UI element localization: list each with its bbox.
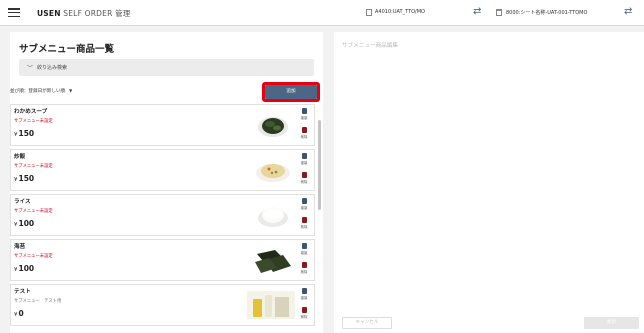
- price-value: 100: [18, 219, 35, 228]
- price-value: 0: [18, 309, 24, 318]
- copy-icon: [301, 288, 307, 294]
- copy-label: 複製: [300, 116, 308, 120]
- product-card[interactable]: ライスサブメニュー未設定 ¥100 複製削除: [10, 194, 315, 236]
- trash-icon: [301, 307, 307, 313]
- filter-toggle[interactable]: ﹀ 絞り込み検索: [19, 59, 314, 76]
- copy-button[interactable]: 複製: [297, 288, 311, 300]
- currency-symbol: ¥: [14, 222, 18, 228]
- delete-label: 削除: [300, 270, 308, 274]
- product-name: ライス: [14, 199, 31, 205]
- product-thumbnail: [247, 201, 295, 229]
- submenu-list-panel: サブメニュー商品一覧 ﹀ 絞り込み検索 並び順：登録日が新しい順 ▼ 追加 わかめ…: [10, 32, 323, 333]
- filter-label: 絞り込み検索: [37, 65, 68, 71]
- price-value: 100: [18, 264, 35, 273]
- update-button[interactable]: 更新: [584, 317, 639, 329]
- copy-icon: [301, 198, 307, 204]
- delete-button[interactable]: 削除: [297, 217, 311, 229]
- add-button[interactable]: 追加: [265, 85, 317, 99]
- trash-icon: [301, 262, 307, 268]
- store-name: A4010:UAT_TTO/MO: [375, 9, 425, 15]
- product-name: わかめスープ: [14, 109, 48, 115]
- product-card[interactable]: 炒飯サブメニュー未設定 ¥150 複製削除: [10, 149, 315, 191]
- product-thumbnail: [247, 291, 295, 319]
- submenu-status: サブメニュー テスト用: [14, 299, 62, 304]
- copy-button[interactable]: 複製: [297, 108, 311, 120]
- currency-symbol: ¥: [14, 312, 18, 318]
- app-title: USEN SELF ORDER 管理: [37, 8, 131, 19]
- switch-store-icon[interactable]: ⇄: [473, 6, 481, 17]
- submenu-status: サブメニュー未設定: [14, 164, 53, 169]
- seat-name: 8000:シート名称-UAT-001-TTOMO: [506, 10, 588, 16]
- store-icon: [366, 9, 372, 16]
- menu-icon[interactable]: [8, 8, 20, 17]
- top-bar: USEN SELF ORDER 管理 A4010:UAT_TTO/MO ⇄ 80…: [0, 0, 644, 26]
- copy-label: 複製: [300, 251, 308, 255]
- edit-title: サブメニュー商品編集: [342, 43, 398, 49]
- delete-button[interactable]: 削除: [297, 262, 311, 274]
- copy-button[interactable]: 複製: [297, 243, 311, 255]
- currency-symbol: ¥: [14, 132, 18, 138]
- currency-symbol: ¥: [14, 267, 18, 273]
- product-price: ¥0: [14, 309, 24, 318]
- product-name: 海苔: [14, 244, 26, 250]
- product-price: ¥150: [14, 174, 34, 183]
- product-price: ¥150: [14, 129, 34, 138]
- copy-button[interactable]: 複製: [297, 153, 311, 165]
- seat-icon: [496, 9, 502, 16]
- copy-label: 複製: [300, 161, 308, 165]
- price-value: 150: [18, 129, 35, 138]
- list-scrollbar[interactable]: [318, 120, 321, 210]
- chevron-down-icon: ﹀: [27, 65, 34, 72]
- trash-icon: [301, 172, 307, 178]
- product-price: ¥100: [14, 264, 34, 273]
- submenu-status: サブメニュー未設定: [14, 254, 53, 259]
- product-price: ¥100: [14, 219, 34, 228]
- delete-label: 削除: [300, 225, 308, 229]
- copy-icon: [301, 243, 307, 249]
- submenu-status: サブメニュー未設定: [14, 209, 53, 214]
- delete-label: 削除: [300, 180, 308, 184]
- product-thumbnail: [247, 111, 295, 139]
- product-card[interactable]: わかめスープ サブメニュー未設定 ¥150 複製削除: [10, 104, 315, 146]
- submenu-edit-panel: サブメニュー商品編集 キャンセル 更新: [334, 32, 644, 333]
- delete-label: 削除: [300, 135, 308, 139]
- submenu-status: サブメニュー未設定: [14, 119, 53, 124]
- copy-icon: [301, 153, 307, 159]
- product-card[interactable]: テストサブメニュー テスト用 ¥0 複製削除: [10, 284, 315, 326]
- delete-button[interactable]: 削除: [297, 127, 311, 139]
- switch-seat-icon[interactable]: ⇄: [624, 6, 632, 17]
- brand-subtitle: SELF ORDER 管理: [60, 9, 131, 18]
- copy-icon: [301, 108, 307, 114]
- product-thumbnail: [247, 246, 295, 274]
- copy-label: 複製: [300, 206, 308, 210]
- delete-label: 削除: [300, 315, 308, 319]
- sort-label: 並び順：登録日が新しい順: [10, 89, 66, 94]
- copy-label: 複製: [300, 296, 308, 300]
- cancel-button[interactable]: キャンセル: [342, 317, 392, 329]
- product-name: テスト: [14, 289, 31, 295]
- copy-button[interactable]: 複製: [297, 198, 311, 210]
- caret-down-icon: ▼: [69, 88, 73, 93]
- product-name: 炒飯: [14, 154, 26, 160]
- sort-select[interactable]: 並び順：登録日が新しい順 ▼: [10, 88, 72, 94]
- trash-icon: [301, 127, 307, 133]
- delete-button[interactable]: 削除: [297, 172, 311, 184]
- brand-name: USEN: [37, 9, 61, 18]
- trash-icon: [301, 217, 307, 223]
- currency-symbol: ¥: [14, 177, 18, 183]
- delete-button[interactable]: 削除: [297, 307, 311, 319]
- product-card[interactable]: 海苔サブメニュー未設定 ¥100 複製削除: [10, 239, 315, 281]
- page-title: サブメニュー商品一覧: [19, 44, 115, 55]
- price-value: 150: [18, 174, 35, 183]
- product-thumbnail: [247, 156, 295, 184]
